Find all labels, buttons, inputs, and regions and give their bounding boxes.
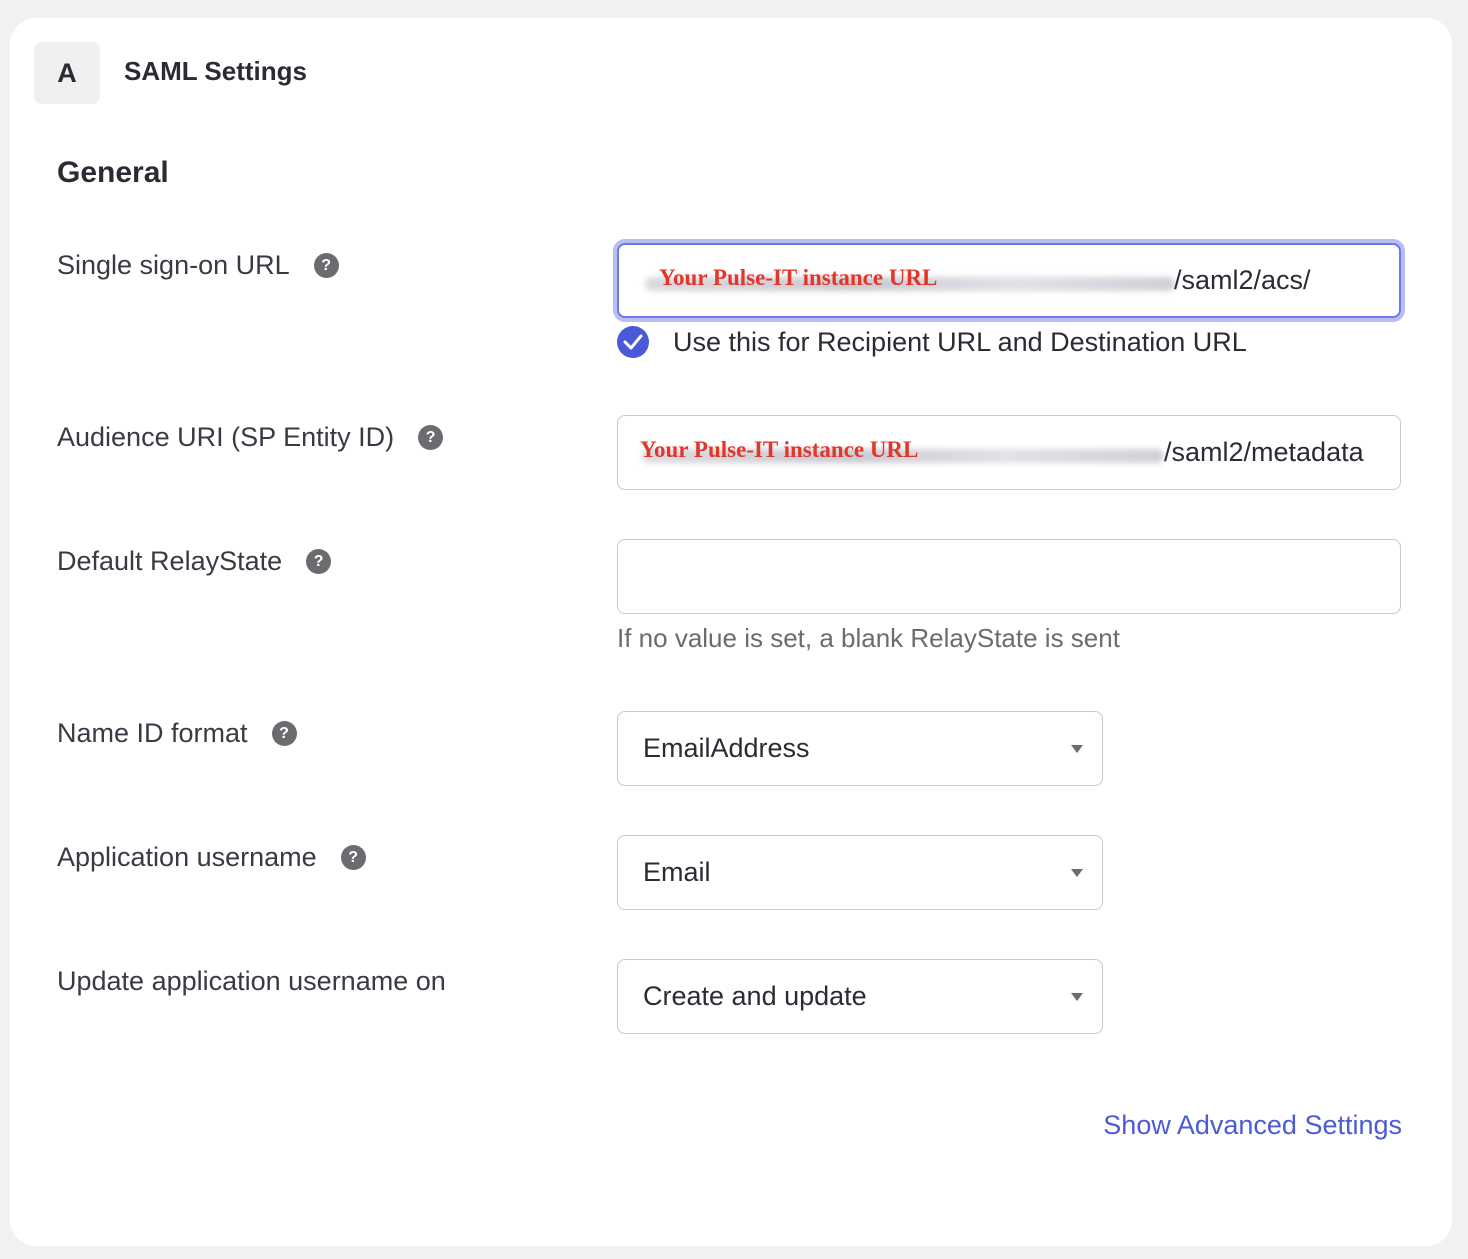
sso-url-label: Single sign-on URL ? <box>57 250 339 281</box>
audience-uri-value: /saml2/metadata <box>1164 437 1364 467</box>
app-username-label-text: Application username <box>57 842 317 872</box>
relay-state-hint: If no value is set, a blank RelayState i… <box>617 623 1120 653</box>
relay-state-input[interactable] <box>617 539 1401 614</box>
recipient-destination-checkbox-row[interactable]: Use this for Recipient URL and Destinati… <box>617 326 1247 358</box>
app-username-label: Application username ? <box>57 842 366 873</box>
relay-state-label: Default RelayState ? <box>57 546 332 577</box>
audience-uri-label: Audience URI (SP Entity ID) ? <box>57 422 444 453</box>
saml-settings-card: A SAML Settings General Single sign-on U… <box>10 18 1452 1246</box>
app-username-select[interactable]: Email <box>617 835 1103 910</box>
recipient-destination-checkbox-label: Use this for Recipient URL and Destinati… <box>673 326 1247 357</box>
recipient-destination-checkbox[interactable] <box>617 326 649 358</box>
section-title-general: General <box>57 156 169 189</box>
checkmark-icon <box>623 334 643 350</box>
sso-url-value: /saml2/acs/ <box>1174 265 1311 295</box>
chevron-down-icon <box>1071 868 1083 877</box>
sso-url-overlay-note: Your Pulse-IT instance URL <box>659 264 938 290</box>
help-icon[interactable]: ? <box>340 845 366 870</box>
update-username-select[interactable]: Create and update <box>617 959 1103 1034</box>
chevron-down-icon <box>1071 992 1083 1001</box>
update-username-selected: Create and update <box>643 981 867 1011</box>
name-id-format-selected: EmailAddress <box>643 733 810 763</box>
audience-uri-input[interactable]: /saml2/metadata Your Pulse-IT instance U… <box>617 415 1401 490</box>
relay-state-label-text: Default RelayState <box>57 546 283 576</box>
app-username-selected: Email <box>643 857 711 887</box>
name-id-format-select[interactable]: EmailAddress <box>617 711 1103 786</box>
chevron-down-icon <box>1071 744 1083 753</box>
name-id-format-label: Name ID format ? <box>57 718 297 749</box>
show-advanced-settings-link[interactable]: Show Advanced Settings <box>1103 1110 1402 1141</box>
audience-uri-label-text: Audience URI (SP Entity ID) <box>57 422 395 452</box>
step-title: SAML Settings <box>124 56 307 86</box>
help-icon[interactable]: ? <box>418 425 444 450</box>
update-username-label-text: Update application username on <box>57 966 446 996</box>
sso-url-label-text: Single sign-on URL <box>57 250 290 280</box>
step-badge: A <box>34 42 100 104</box>
sso-url-input[interactable]: /saml2/acs/ Your Pulse-IT instance URL <box>617 243 1401 318</box>
audience-uri-overlay-note: Your Pulse-IT instance URL <box>640 436 919 462</box>
help-icon[interactable]: ? <box>306 549 332 574</box>
update-username-label: Update application username on <box>57 966 446 997</box>
name-id-format-label-text: Name ID format <box>57 718 248 748</box>
help-icon[interactable]: ? <box>313 253 339 278</box>
help-icon[interactable]: ? <box>271 721 297 746</box>
